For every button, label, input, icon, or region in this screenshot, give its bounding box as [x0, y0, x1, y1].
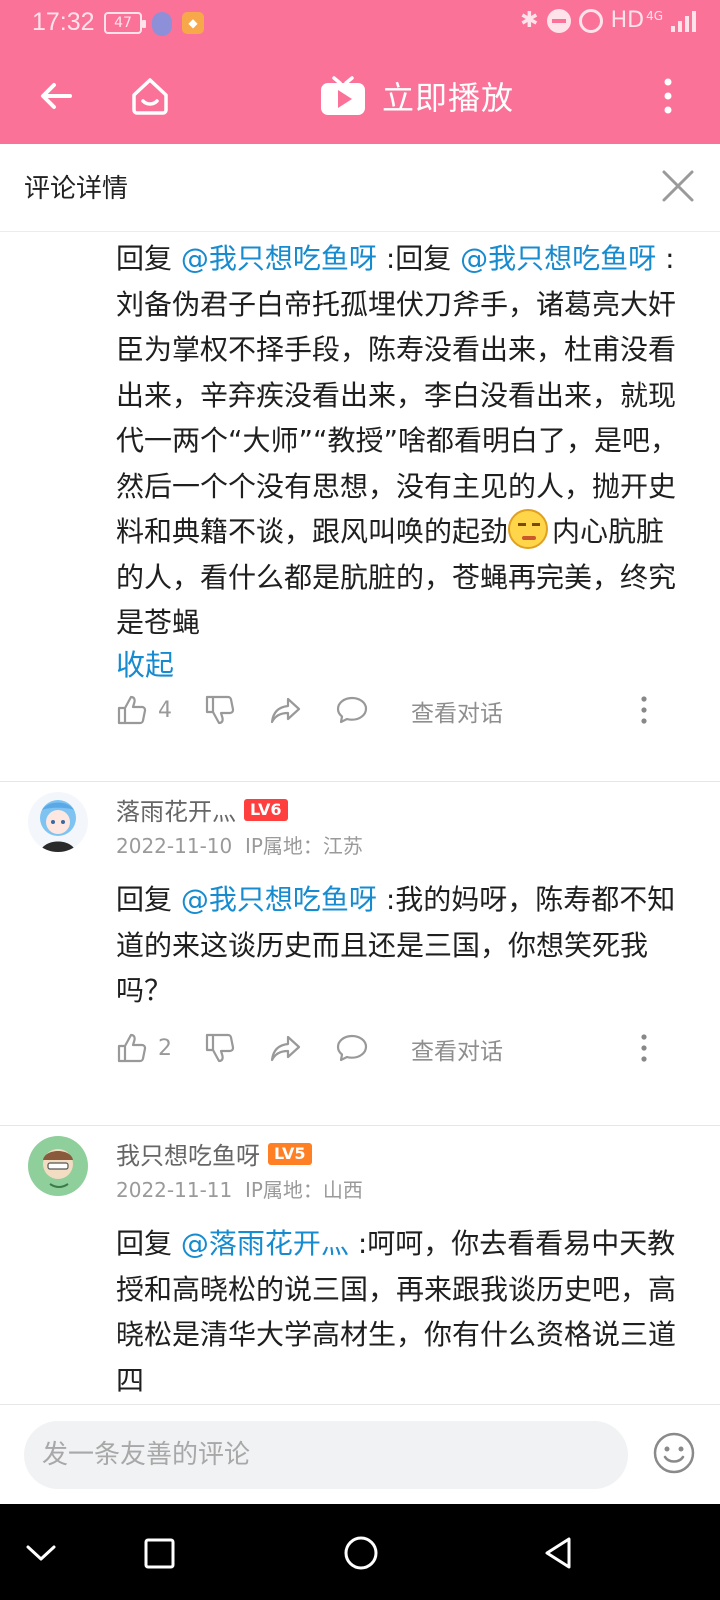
thumbs-down-icon — [205, 695, 235, 725]
like-button[interactable]: 2 — [116, 1032, 172, 1064]
reply-middle: :回复 — [376, 242, 461, 275]
reply-suffix: : — [656, 242, 675, 275]
comment-text: 回复 @我只想吃鱼呀 :回复 @我只想吃鱼呀 : 刘备伪君子白帝托孤埋伏刀斧手，诸… — [116, 236, 686, 684]
nav-recents-button[interactable] — [136, 1530, 182, 1576]
comment-divider — [0, 781, 720, 782]
back-arrow-icon — [41, 83, 72, 109]
view-conversation-link[interactable]: 查看对话 — [411, 1032, 503, 1066]
comment-meta: 2022-11-10 IP属地：江苏 — [116, 830, 363, 859]
ip-location: IP属地：山西 — [244, 1178, 363, 1202]
nav-collapse-button[interactable] — [18, 1530, 64, 1576]
share-button[interactable] — [270, 694, 302, 726]
chevron-down-icon — [26, 1545, 56, 1561]
anime-avatar-icon — [28, 792, 88, 852]
smirk-emoji-icon — [508, 509, 549, 549]
mention-link[interactable]: @我只想吃鱼呀 — [181, 883, 377, 916]
thumbs-up-icon — [117, 695, 147, 725]
mention-link[interactable]: @我只想吃鱼呀 — [460, 242, 656, 275]
comment-input[interactable] — [24, 1421, 628, 1489]
dislike-button[interactable] — [204, 1032, 236, 1064]
comment-actions: 4 查看对话 — [116, 690, 676, 730]
system-navigation-bar — [0, 1504, 720, 1600]
dislike-button[interactable] — [204, 694, 236, 726]
comment-more-button[interactable] — [634, 694, 654, 726]
mention-link[interactable]: @我只想吃鱼呀 — [181, 242, 377, 275]
back-button[interactable] — [28, 68, 84, 124]
status-icons: ✱ HD 4G — [520, 8, 696, 33]
reply-prefix: 回复 — [116, 242, 181, 275]
like-count: 2 — [158, 1035, 172, 1061]
like-button[interactable]: 4 — [116, 694, 172, 726]
top-toolbar: 立即播放 — [0, 48, 720, 144]
more-vertical-icon — [664, 78, 672, 114]
tv-play-icon — [321, 76, 365, 115]
collapse-link[interactable]: 收起 — [116, 646, 686, 684]
reply-prefix: 回复 — [116, 1227, 181, 1260]
more-vertical-icon — [641, 696, 647, 724]
avatar[interactable] — [28, 1136, 88, 1196]
more-vertical-icon — [641, 1034, 647, 1062]
emoji-face-icon — [653, 1432, 695, 1474]
close-icon — [662, 170, 694, 202]
comment-bubble-icon — [336, 696, 368, 724]
reply-button[interactable] — [336, 1032, 368, 1064]
view-conversation-link[interactable]: 查看对话 — [411, 694, 503, 728]
comment-text: 回复 @我只想吃鱼呀 :我的妈呀，陈寿都不知道的来这谈历史而且还是三国，你想笑死… — [116, 877, 686, 1014]
comment-detail-header: 评论详情 — [0, 144, 720, 232]
nav-home-button[interactable] — [338, 1530, 384, 1576]
notification-bubble-icon — [152, 12, 172, 36]
more-options-button[interactable] — [640, 68, 696, 124]
comment-date: 2022-11-10 — [116, 834, 233, 858]
home-icon — [132, 78, 168, 115]
comment-actions: 2 查看对话 — [116, 1028, 676, 1068]
emoji-button[interactable] — [652, 1431, 696, 1475]
comment-more-button[interactable] — [634, 1032, 654, 1064]
status-time: 17:32 — [32, 8, 95, 36]
cartoon-avatar-icon — [28, 1136, 88, 1196]
share-button[interactable] — [270, 1032, 302, 1064]
do-not-disturb-icon — [546, 8, 571, 33]
thumbs-down-icon — [205, 1033, 235, 1063]
bluetooth-icon: ✱ — [520, 8, 539, 33]
alarm-icon — [578, 8, 603, 33]
level-badge: LV5 — [268, 1142, 312, 1165]
comment-bubble-icon — [336, 1034, 368, 1062]
close-button[interactable] — [658, 166, 698, 206]
username: 我只想吃鱼呀 — [116, 1142, 260, 1170]
username: 落雨花开灬 — [116, 798, 236, 826]
comment-input-bar — [0, 1404, 720, 1504]
share-icon — [270, 1035, 301, 1062]
signal-icon — [671, 10, 696, 32]
network-label: HD — [610, 8, 645, 33]
share-icon — [270, 697, 301, 724]
comment-body: 刘备伪君子白帝托孤埋伏刀斧手，诸葛亮大奸臣为掌权不择手段，陈寿没看出来，杜甫没看… — [116, 287, 679, 549]
comment-thread[interactable]: 回复 @我只想吃鱼呀 :回复 @我只想吃鱼呀 : 刘备伪君子白帝托孤埋伏刀斧手，诸… — [0, 232, 720, 1404]
play-now-label: 立即播放 — [382, 79, 515, 117]
triangle-back-icon — [545, 1537, 571, 1569]
comment-meta: 2022-11-11 IP属地：山西 — [116, 1174, 363, 1203]
avatar[interactable] — [28, 792, 88, 852]
mention-link[interactable]: @落雨花开灬 — [181, 1227, 349, 1260]
play-now-button[interactable]: 立即播放 — [320, 68, 514, 124]
comment-author[interactable]: 落雨花开灬 LV6 — [116, 792, 288, 827]
home-button[interactable] — [122, 68, 178, 124]
battery-icon: 47 — [104, 12, 146, 34]
level-badge: LV6 — [244, 798, 288, 821]
square-icon — [144, 1538, 175, 1569]
comment-date: 2022-11-11 — [116, 1178, 233, 1202]
like-count: 4 — [158, 697, 172, 723]
status-bar: 17:32 47 ◆ ✱ HD 4G — [0, 0, 720, 48]
ip-location: IP属地：江苏 — [244, 834, 363, 858]
circle-icon — [344, 1536, 378, 1570]
network-gen-label: 4G — [646, 8, 663, 23]
reply-button[interactable] — [336, 694, 368, 726]
reply-prefix: 回复 — [116, 883, 181, 916]
comment-text: 回复 @落雨花开灬 :呵呵，你去看看易中天教授和高晓松的说三国，再来跟我谈历史吧… — [116, 1221, 686, 1403]
thumbs-up-icon — [117, 1033, 147, 1063]
comment-divider — [0, 1125, 720, 1126]
nav-back-button[interactable] — [536, 1530, 582, 1576]
app-notification-icon: ◆ — [182, 12, 204, 34]
comment-author[interactable]: 我只想吃鱼呀 LV5 — [116, 1136, 312, 1171]
comment-detail-title: 评论详情 — [24, 174, 129, 204]
